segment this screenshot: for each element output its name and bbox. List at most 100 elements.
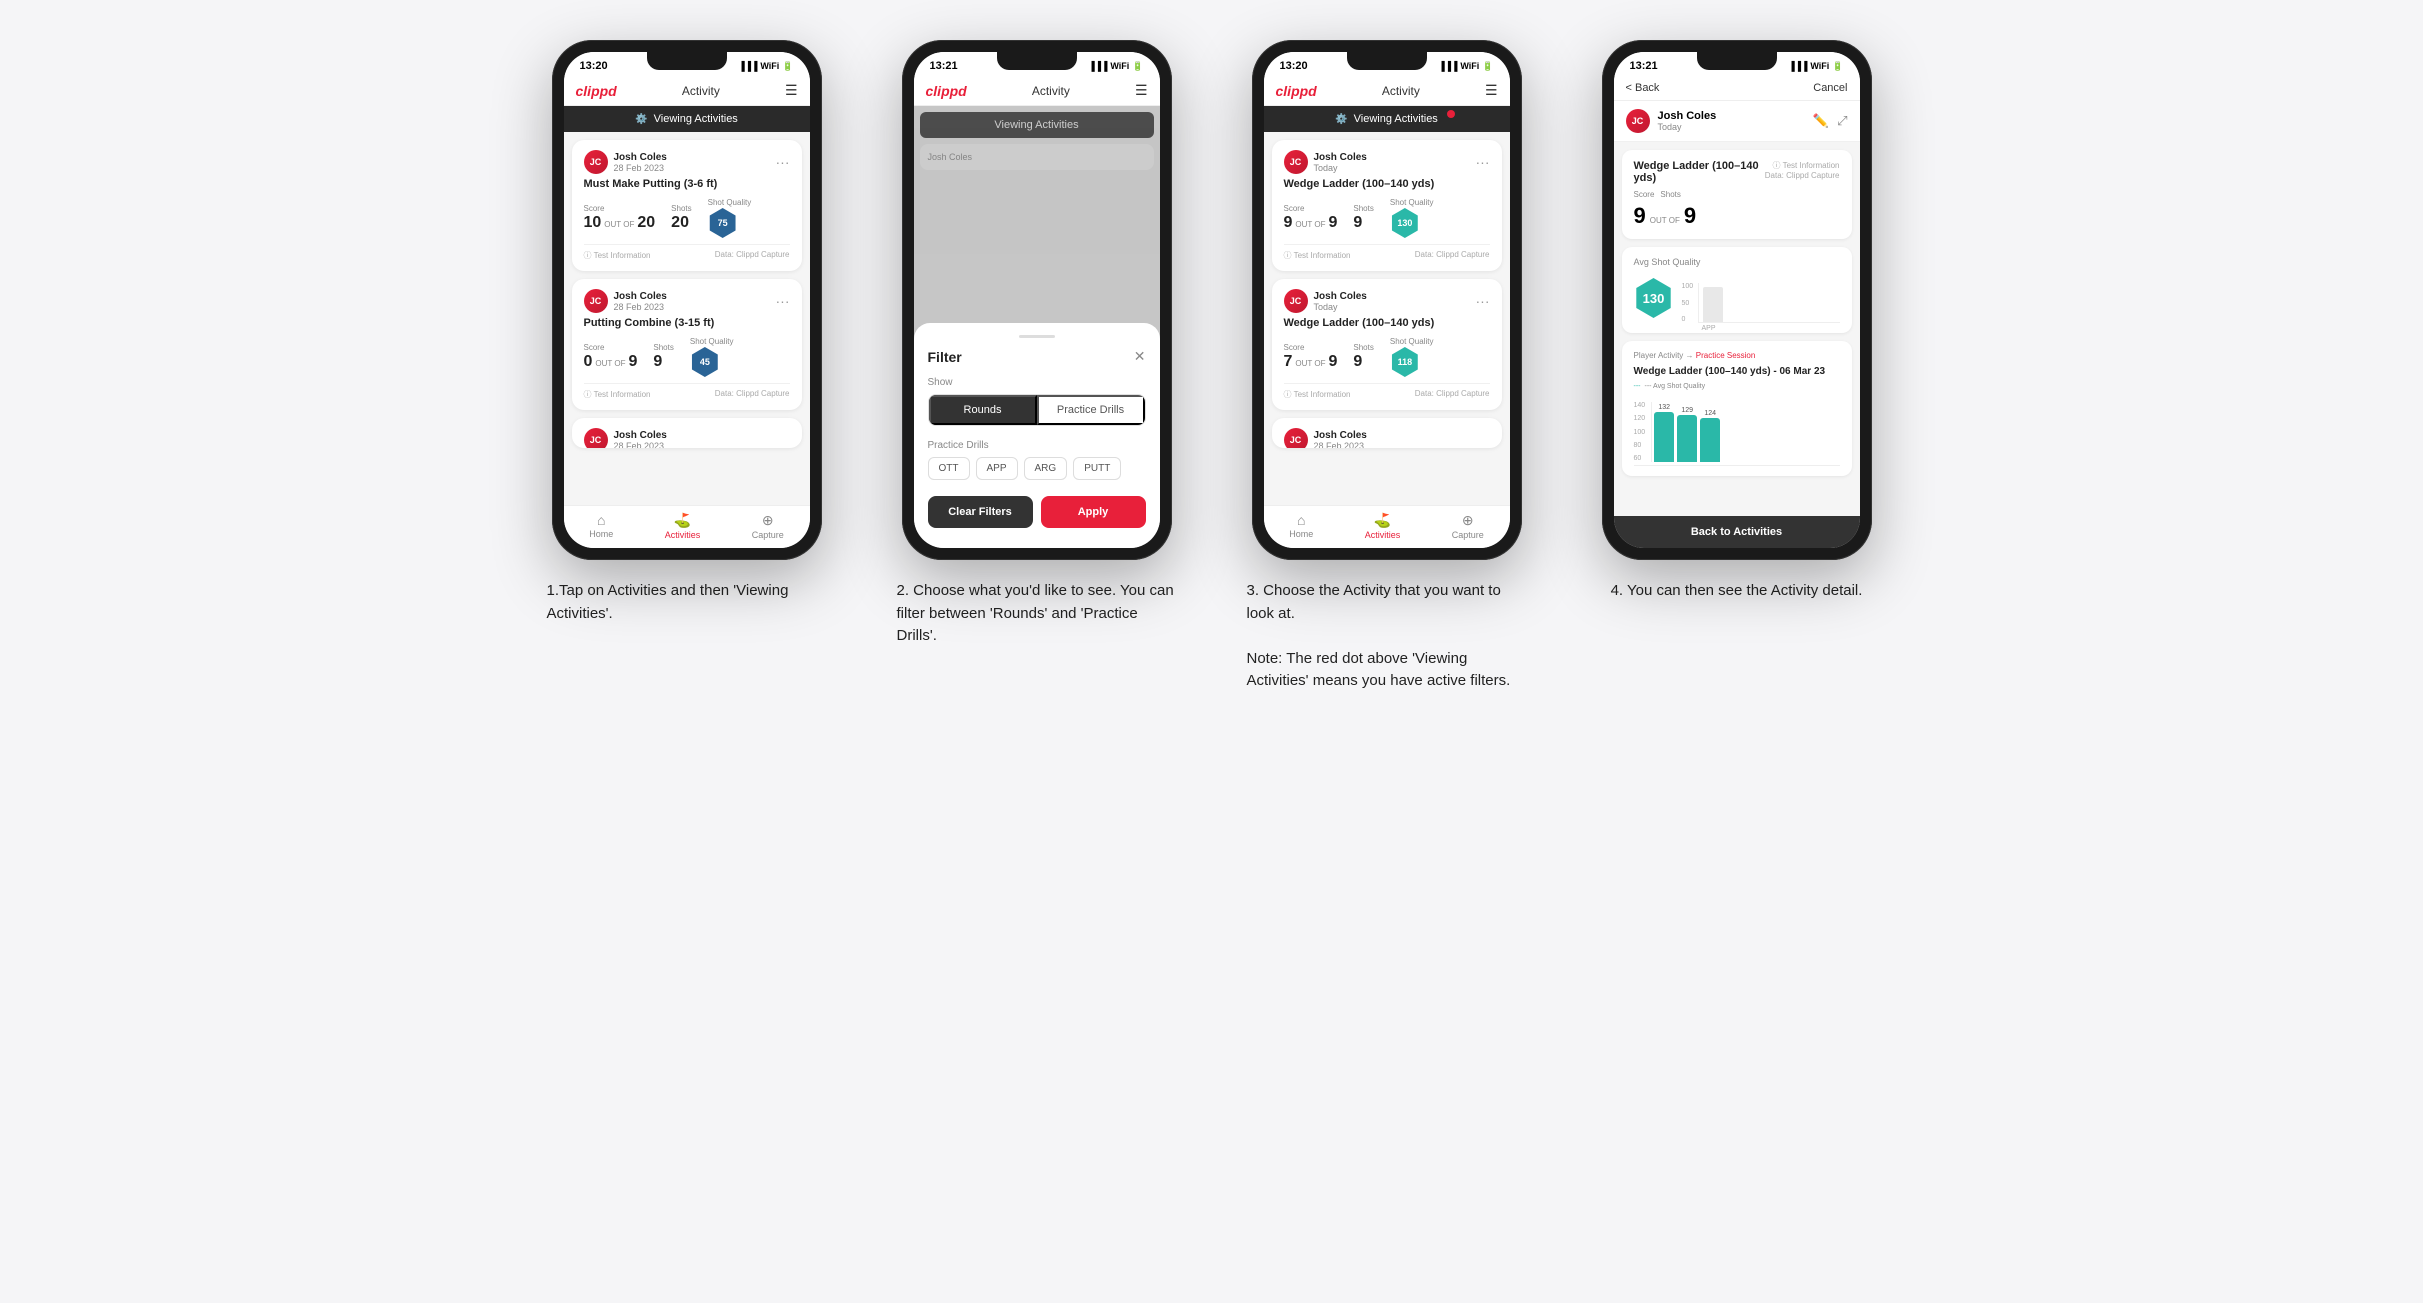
stat-score-label-1-2: Score	[584, 343, 638, 352]
stat-of-3-1: OUT OF	[1295, 220, 1325, 229]
card-title-3-2: Wedge Ladder (100–140 yds)	[1284, 317, 1490, 329]
bar-val-2: 129	[1681, 407, 1693, 414]
filter-close-icon[interactable]: ✕	[1134, 348, 1146, 365]
step-3-description: 3. Choose the Activity that you want to …	[1247, 580, 1527, 693]
card-user-1-2: JC Josh Coles 28 Feb 2023	[584, 289, 667, 313]
bg-name: Josh Coles	[928, 152, 1146, 162]
step-2-column: 13:21 ▐▐▐ WiFi 🔋 clippd Activity ☰	[877, 40, 1197, 648]
chip-putt[interactable]: PUTT	[1073, 457, 1121, 480]
detail-shots-value: 9	[1684, 203, 1696, 229]
card-user-info-1-1: Josh Coles 28 Feb 2023	[614, 152, 667, 173]
apply-btn[interactable]: Apply	[1041, 496, 1146, 528]
detail-info-text: ⓘ Test Information	[1765, 160, 1840, 171]
session-type: Practice Session	[1696, 351, 1756, 360]
nav-home-label-1: Home	[589, 529, 613, 539]
nav-home-1[interactable]: ⌂ Home	[589, 512, 613, 540]
bar-val-3: 124	[1704, 410, 1716, 417]
chart-x-label: APP	[1682, 325, 1840, 332]
avatar-1-2: JC	[584, 289, 608, 313]
back-to-activities-btn[interactable]: Back to Activities	[1614, 516, 1860, 548]
card-data-1-1: Data: Clippd Capture	[715, 250, 790, 261]
card-date-1-3: 28 Feb 2023	[614, 441, 667, 449]
capture-icon-1: ⊕	[762, 512, 774, 529]
phone-notch-4	[1697, 52, 1777, 70]
banner-icon-3: ⚙️	[1335, 114, 1347, 125]
filter-practice-btn[interactable]: Practice Drills	[1037, 395, 1145, 425]
card-menu-3-1[interactable]: ···	[1476, 154, 1490, 170]
card-menu-1-1[interactable]: ···	[776, 154, 790, 170]
stat-outof-1-1: 20	[637, 214, 655, 232]
stat-shots-val-3-2: 9	[1353, 353, 1373, 371]
stat-quality-label-1-2: Shot Quality	[690, 337, 734, 346]
y-label-50: 50	[1682, 300, 1694, 307]
back-btn[interactable]: < Back	[1626, 82, 1660, 94]
activities-list-3: JC Josh Coles Today ··· Wedge Ladder (10…	[1264, 132, 1510, 505]
hamburger-icon-3[interactable]: ☰	[1485, 82, 1498, 99]
chip-arg[interactable]: ARG	[1024, 457, 1068, 480]
stat-score-val-1-2: 0 OUT OF 9	[584, 353, 638, 371]
filter-rounds-btn[interactable]: Rounds	[929, 395, 1037, 425]
status-icons-4: ▐▐▐ WiFi 🔋	[1788, 61, 1843, 72]
bar-wrap-1: 132	[1654, 404, 1674, 462]
card-name-3-3: Josh Coles	[1314, 430, 1367, 441]
card-menu-1-2[interactable]: ···	[776, 293, 790, 309]
activity-card-3-1[interactable]: JC Josh Coles Today ··· Wedge Ladder (10…	[1272, 140, 1502, 271]
clear-filters-btn[interactable]: Clear Filters	[928, 496, 1033, 528]
card-header-3-1: JC Josh Coles Today ···	[1284, 150, 1490, 174]
stat-score-label-3-2: Score	[1284, 343, 1338, 352]
card-menu-3-2[interactable]: ···	[1476, 293, 1490, 309]
card-data-3-1: Data: Clippd Capture	[1415, 250, 1490, 261]
signal-icon-4: ▐▐▐	[1788, 61, 1807, 71]
nav-capture-3[interactable]: ⊕ Capture	[1452, 512, 1484, 540]
activities-icon-1: ⛳	[674, 512, 691, 529]
wifi-icon-4: WiFi	[1810, 61, 1829, 71]
stat-shots-val-3-1: 9	[1353, 214, 1373, 232]
card-user-info-1-2: Josh Coles 28 Feb 2023	[614, 291, 667, 312]
signal-icon-2: ▐▐▐	[1088, 61, 1107, 71]
nav-capture-1[interactable]: ⊕ Capture	[752, 512, 784, 540]
chip-ott[interactable]: OTT	[928, 457, 970, 480]
activity-card-3-3[interactable]: JC Josh Coles 28 Feb 2023	[1272, 418, 1502, 448]
nav-home-3[interactable]: ⌂ Home	[1289, 512, 1313, 540]
bar-wrap-3: 124	[1700, 410, 1720, 462]
stat-quality-label-3-1: Shot Quality	[1390, 198, 1434, 207]
stat-score-group-3-2: Score 7 OUT OF 9	[1284, 343, 1338, 371]
bar-y-60: 60	[1634, 455, 1646, 462]
stat-score-group-3-1: Score 9 OUT OF 9	[1284, 204, 1338, 232]
nav-activities-1[interactable]: ⛳ Activities	[665, 512, 701, 540]
expand-icon[interactable]: ⤢	[1837, 113, 1847, 129]
cancel-btn[interactable]: Cancel	[1813, 82, 1847, 94]
nav-activities-3[interactable]: ⛳ Activities	[1365, 512, 1401, 540]
nav-activities-label-3: Activities	[1365, 530, 1401, 540]
step-2-text: 2. Choose what you'd like to see. You ca…	[897, 580, 1177, 648]
viewing-banner-3[interactable]: ⚙️ Viewing Activities	[1264, 106, 1510, 132]
card-header-1-1: JC Josh Coles 28 Feb 2023 ···	[584, 150, 790, 174]
activity-card-1-2[interactable]: JC Josh Coles 28 Feb 2023 ··· Putting Co…	[572, 279, 802, 410]
card-date-3-1: Today	[1314, 163, 1367, 173]
banner-label-2: Viewing Activities	[994, 119, 1078, 131]
bar-y-100: 100	[1634, 429, 1646, 436]
status-time-2: 13:21	[930, 60, 958, 72]
avatar-3-2: JC	[1284, 289, 1308, 313]
card-name-1-3: Josh Coles	[614, 430, 667, 441]
hamburger-icon-1[interactable]: ☰	[785, 82, 798, 99]
card-info-3-1: ⓘ Test Information	[1284, 250, 1351, 261]
card-user-3-2: JC Josh Coles Today	[1284, 289, 1367, 313]
stat-quality-label-1-1: Shot Quality	[708, 198, 752, 207]
activity-card-3-2[interactable]: JC Josh Coles Today ··· Wedge Ladder (10…	[1272, 279, 1502, 410]
activity-card-1-3[interactable]: JC Josh Coles 28 Feb 2023	[572, 418, 802, 448]
step-1-column: 13:20 ▐▐▐ WiFi 🔋 clippd Activity ☰ ⚙️	[527, 40, 847, 625]
nav-capture-label-3: Capture	[1452, 530, 1484, 540]
card-footer-1-1: ⓘ Test Information Data: Clippd Capture	[584, 244, 790, 261]
stat-quality-group-1-2: Shot Quality 45	[690, 337, 734, 377]
hamburger-icon-2[interactable]: ☰	[1135, 82, 1148, 99]
edit-icon[interactable]: ✏️	[1813, 113, 1829, 129]
filter-title: Filter	[928, 349, 962, 365]
activity-card-1-1[interactable]: JC Josh Coles 28 Feb 2023 ··· Must Make …	[572, 140, 802, 271]
detail-out-of: OUT OF	[1650, 216, 1680, 225]
nav-capture-label-1: Capture	[752, 530, 784, 540]
chip-app[interactable]: APP	[976, 457, 1018, 480]
stat-outof-3-2: 9	[1328, 353, 1337, 371]
stat-score-big-1-1: 10	[584, 214, 602, 232]
viewing-banner-1[interactable]: ⚙️ Viewing Activities	[564, 106, 810, 132]
